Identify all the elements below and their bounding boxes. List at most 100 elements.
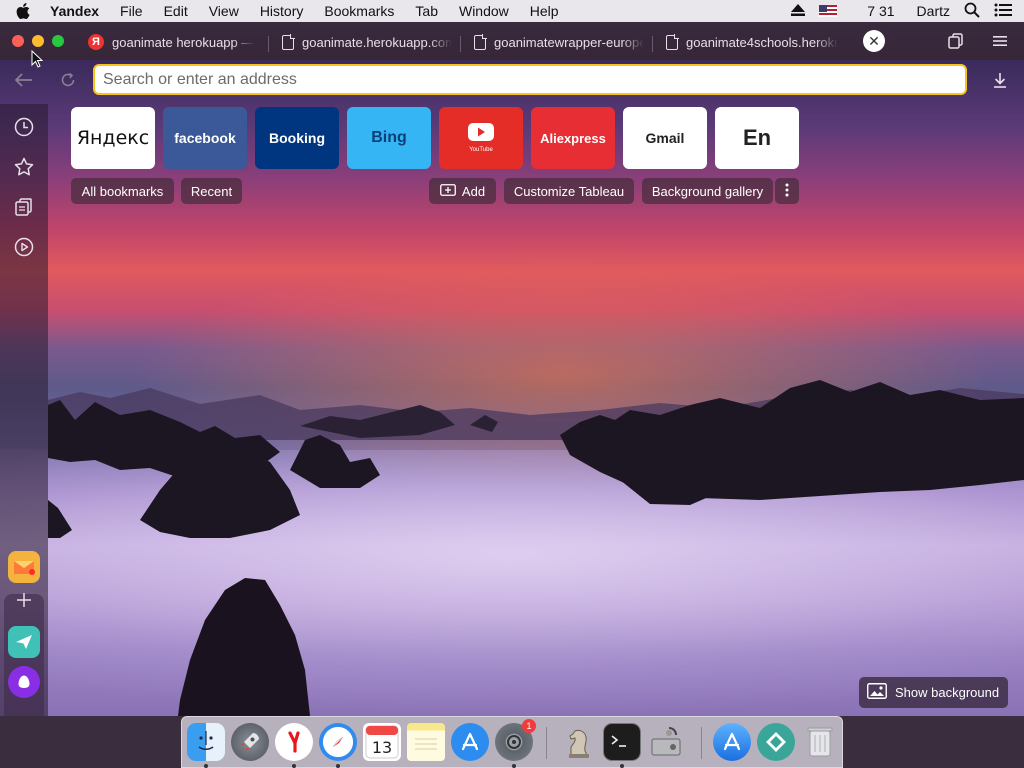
chess-knight-icon[interactable] — [559, 723, 597, 761]
tab-1[interactable]: Я goanimate herokuapp — — [88, 28, 260, 56]
mouse-cursor-icon — [31, 49, 44, 73]
bookmarks-star-icon[interactable] — [12, 155, 36, 179]
show-background-button[interactable]: Show background — [859, 677, 1008, 708]
tile-bing[interactable]: Bing — [347, 107, 431, 169]
add-box-icon — [440, 183, 456, 199]
running-indicator — [620, 764, 624, 768]
tile-gmail-label: Gmail — [645, 130, 685, 146]
address-bar[interactable] — [93, 64, 967, 95]
dock-separator — [701, 727, 702, 759]
app-store-icon[interactable] — [451, 723, 489, 761]
trash-icon[interactable] — [801, 723, 839, 761]
tile-yandex[interactable]: Яндекс — [71, 107, 155, 169]
downloads-icon[interactable] — [990, 70, 1010, 90]
history-clock-icon[interactable] — [12, 115, 36, 139]
close-tab-icon[interactable]: ✕ — [863, 30, 885, 52]
document-icon — [474, 34, 487, 50]
reload-icon[interactable] — [58, 70, 78, 90]
disk-utility-icon[interactable] — [647, 723, 685, 761]
yandex-favicon-icon: Я — [88, 34, 104, 50]
safari-compass-icon[interactable] — [319, 723, 357, 761]
youtube-play-icon — [468, 123, 494, 144]
tile-booking[interactable]: Booking — [255, 107, 339, 169]
menu-app-name[interactable]: Yandex — [50, 3, 99, 19]
recent-button[interactable]: Recent — [181, 178, 242, 204]
window-minimize-button[interactable] — [32, 35, 44, 47]
running-indicator — [204, 764, 208, 768]
address-input[interactable] — [103, 66, 965, 93]
tab-separator — [268, 36, 269, 52]
tab-separator — [652, 36, 653, 52]
notification-center-icon[interactable] — [994, 3, 1012, 20]
tile-gmail[interactable]: Gmail — [623, 107, 707, 169]
running-indicator — [512, 764, 516, 768]
window-close-button[interactable] — [12, 35, 24, 47]
macos-menu-bar: Yandex File Edit View History Bookmarks … — [0, 0, 1024, 22]
mail-app-icon[interactable] — [8, 551, 40, 583]
tile-yandex-label: Яндекс — [76, 127, 150, 149]
tab-2-label: goanimate.herokuapp.com — [302, 34, 452, 50]
menu-help[interactable]: Help — [530, 3, 559, 19]
tabs-list-icon[interactable] — [947, 32, 965, 50]
tab-separator — [460, 36, 461, 52]
calendar-icon[interactable]: 13 — [363, 723, 401, 761]
tab-4[interactable]: goanimate4schools.herokuapp — [666, 28, 838, 56]
launchpad-rocket-icon[interactable] — [231, 723, 269, 761]
tile-booking-label: Booking — [269, 130, 325, 146]
document-icon — [282, 34, 295, 50]
customize-tableau-button[interactable]: Customize Tableau — [504, 178, 634, 204]
tab-3[interactable]: goanimatewrapper-europe — [474, 28, 644, 56]
menu-user[interactable]: Dartz — [917, 3, 950, 19]
tile-aliexpress[interactable]: Aliexpress — [531, 107, 615, 169]
main-menu-icon[interactable] — [991, 32, 1009, 50]
menu-tab[interactable]: Tab — [415, 3, 438, 19]
us-flag-input-icon[interactable] — [819, 5, 838, 17]
apple-menu-icon[interactable] — [14, 2, 32, 20]
menu-clock[interactable]: 7 31 — [867, 3, 894, 19]
window-zoom-button[interactable] — [52, 35, 64, 47]
background-gallery-button[interactable]: Background gallery — [642, 178, 773, 204]
eject-icon[interactable] — [791, 3, 806, 19]
tab-1-label: goanimate herokuapp — — [112, 34, 255, 50]
tile-youtube[interactable]: YouTube — [439, 107, 523, 169]
yandex-browser-icon[interactable] — [275, 723, 313, 761]
image-icon — [867, 683, 887, 702]
instruments-diamond-icon[interactable] — [757, 723, 795, 761]
more-options-button[interactable] — [775, 178, 799, 204]
macos-dock: 13 1 — [181, 716, 843, 768]
add-sidebar-app-icon[interactable] — [8, 584, 40, 616]
document-icon — [666, 34, 679, 50]
media-play-icon[interactable] — [12, 235, 36, 259]
app-store-icon[interactable] — [713, 723, 751, 761]
running-indicator — [292, 764, 296, 768]
tile-facebook-label: facebook — [174, 130, 236, 146]
vertical-dots-icon — [785, 183, 789, 200]
tab-3-label: goanimatewrapper-europe — [494, 34, 644, 50]
all-bookmarks-button[interactable]: All bookmarks — [71, 178, 174, 204]
terminal-icon[interactable] — [603, 723, 641, 761]
svg-text:13: 13 — [372, 738, 392, 757]
menu-window[interactable]: Window — [459, 3, 509, 19]
collections-icon[interactable] — [12, 195, 36, 219]
messenger-app-icon[interactable] — [8, 626, 40, 658]
new-tab-page: Яндекс facebook Booking Bing YouTube Ali… — [0, 60, 1024, 716]
menu-history[interactable]: History — [260, 3, 304, 19]
menu-view[interactable]: View — [209, 3, 239, 19]
finder-icon[interactable] — [187, 723, 225, 761]
running-indicator — [336, 764, 340, 768]
menu-edit[interactable]: Edit — [164, 3, 188, 19]
browser-tab-strip: Я goanimate herokuapp — goanimate.heroku… — [0, 22, 1024, 60]
tile-en[interactable]: En — [715, 107, 799, 169]
menu-bookmarks[interactable]: Bookmarks — [324, 3, 394, 19]
spotlight-search-icon[interactable] — [964, 2, 980, 21]
tile-youtube-label: YouTube — [469, 147, 493, 153]
tile-aliexpress-label: Aliexpress — [540, 130, 606, 146]
tab-2[interactable]: goanimate.herokuapp.com — [282, 28, 452, 56]
alice-assistant-icon[interactable] — [8, 666, 40, 698]
notes-icon[interactable] — [407, 723, 445, 761]
tile-facebook[interactable]: facebook — [163, 107, 247, 169]
back-arrow-icon[interactable] — [14, 70, 34, 90]
add-tile-button[interactable]: Add — [429, 178, 496, 204]
left-sidebar — [0, 104, 48, 716]
menu-file[interactable]: File — [120, 3, 143, 19]
